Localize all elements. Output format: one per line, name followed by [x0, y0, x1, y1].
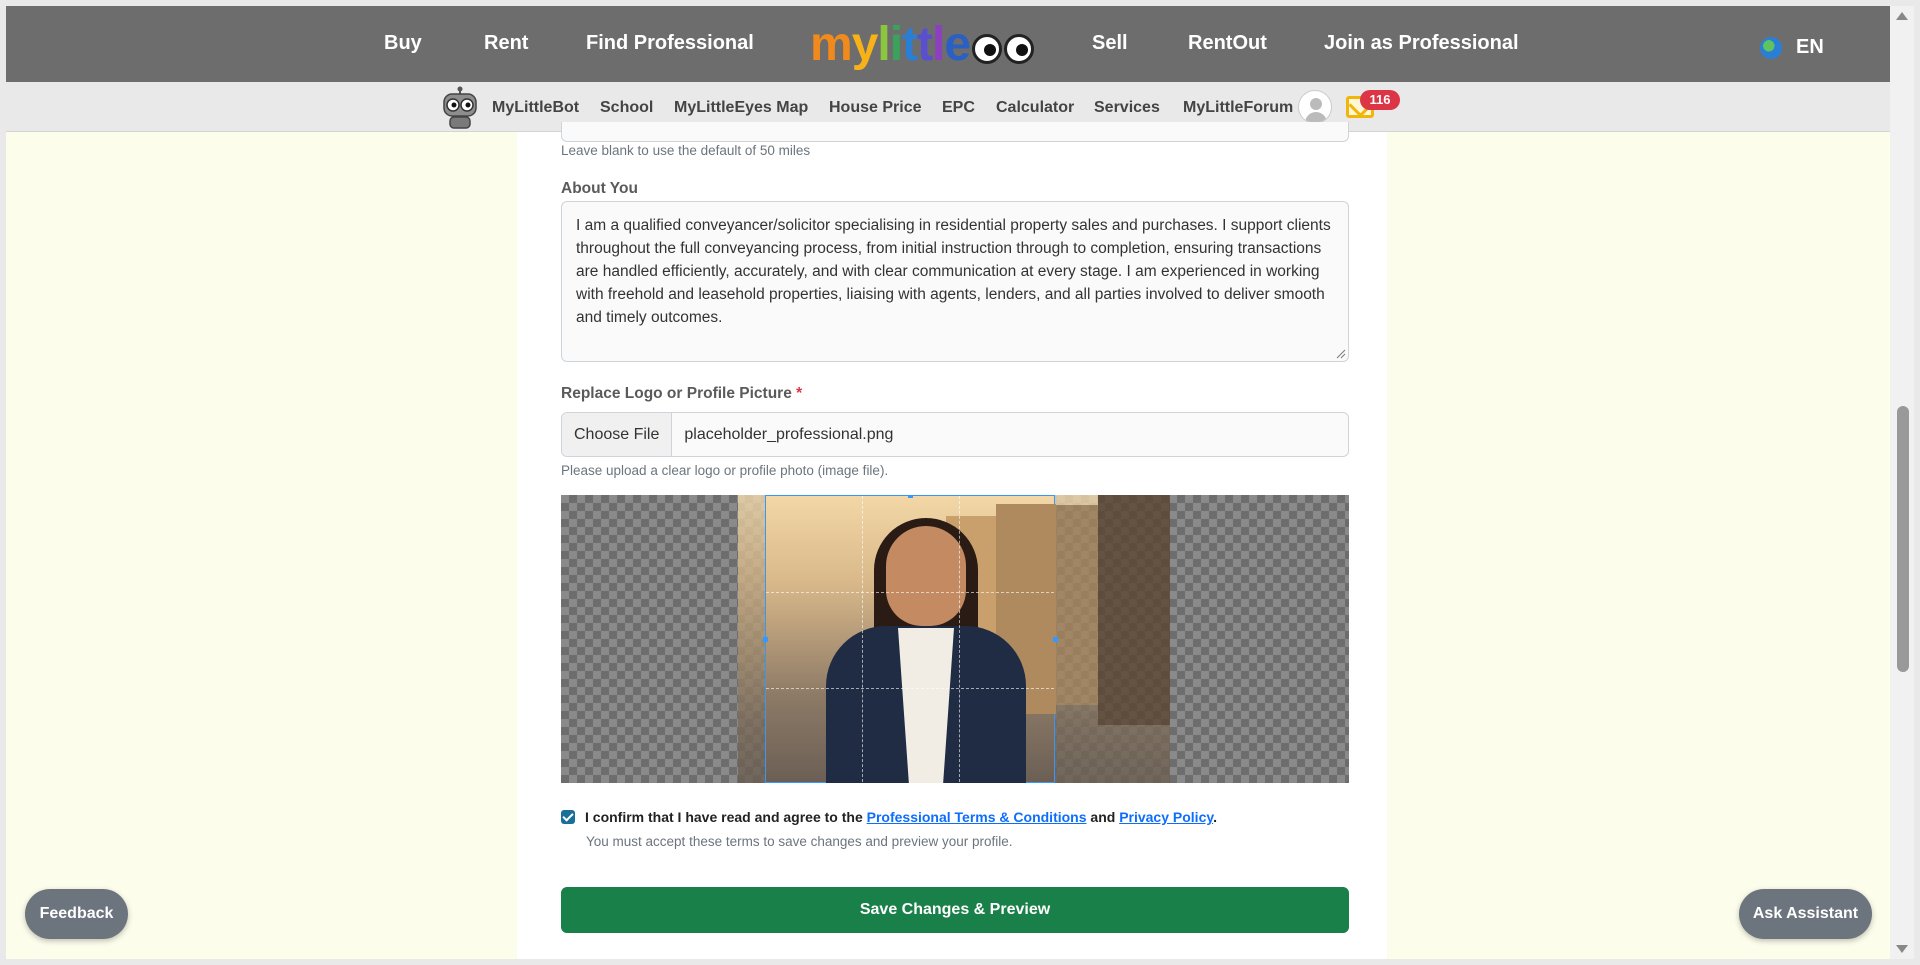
crop-handle-left[interactable] [763, 637, 768, 642]
nav-sell[interactable]: Sell [1092, 32, 1128, 55]
subnav-calculator[interactable]: Calculator [996, 99, 1074, 117]
language-selector[interactable]: EN [1760, 36, 1824, 59]
subnav-mylittlebot[interactable]: MyLittleBot [492, 99, 579, 117]
required-marker: * [796, 385, 803, 402]
crop-handle-right[interactable] [1053, 637, 1058, 642]
nav-buy[interactable]: Buy [384, 32, 422, 55]
feedback-button[interactable]: Feedback [25, 889, 128, 939]
subnav-mylittleforum[interactable]: MyLittleForum [1183, 99, 1293, 117]
choose-file-button[interactable]: Choose File [562, 413, 673, 456]
terms-prefix: I confirm that I have read and agree to … [585, 809, 863, 825]
about-text: I am a qualified conveyancer/solicitor s… [576, 217, 1331, 326]
privacy-link[interactable]: Privacy Policy [1119, 809, 1213, 825]
image-cropper[interactable] [561, 495, 1349, 783]
crop-handle-top[interactable] [908, 495, 913, 498]
selected-file-name: placeholder_professional.png [684, 425, 894, 443]
nav-join-as-professional[interactable]: Join as Professional [1324, 32, 1519, 55]
terms-suffix: . [1213, 809, 1217, 825]
notification-badge: 116 [1360, 90, 1400, 110]
page-scrollbar[interactable] [1890, 6, 1914, 959]
globe-icon [1760, 36, 1782, 59]
top-navigation-bar: Buy Rent Find Professional mylittle Sell… [6, 6, 1890, 82]
ask-assistant-button[interactable]: Ask Assistant [1739, 889, 1872, 939]
radius-input[interactable] [561, 122, 1349, 142]
subnav-epc[interactable]: EPC [942, 99, 975, 117]
subnav-school[interactable]: School [600, 99, 653, 117]
logo-eyes-icon [972, 34, 1036, 64]
terms-checkbox[interactable] [561, 810, 575, 824]
terms-hint: You must accept these terms to save chan… [586, 834, 1013, 849]
logo-text: mylittle [810, 18, 971, 71]
user-avatar[interactable] [1298, 90, 1332, 124]
terms-text: I confirm that I have read and agree to … [585, 809, 1217, 825]
about-textarea[interactable]: I am a qualified conveyancer/solicitor s… [561, 201, 1349, 362]
about-label: About You [561, 180, 638, 197]
subnav-house-price[interactable]: House Price [829, 99, 921, 117]
crop-selection-box[interactable] [763, 495, 1058, 783]
robot-icon[interactable] [440, 86, 480, 130]
scroll-down-arrow-icon[interactable] [1896, 945, 1908, 953]
terms-row: I confirm that I have read and agree to … [561, 809, 1217, 825]
site-logo[interactable]: mylittle [810, 16, 1036, 74]
nav-find-professional[interactable]: Find Professional [586, 32, 754, 55]
nav-rentout[interactable]: RentOut [1188, 32, 1267, 55]
terms-link[interactable]: Professional Terms & Conditions [867, 809, 1087, 825]
radius-hint: Leave blank to use the default of 50 mil… [561, 143, 811, 158]
terms-and: and [1090, 809, 1116, 825]
browser-viewport: Buy Rent Find Professional mylittle Sell… [6, 6, 1890, 959]
logo-label-text: Replace Logo or Profile Picture [561, 385, 792, 402]
language-label: EN [1796, 36, 1824, 58]
subnav-services[interactable]: Services [1094, 99, 1160, 117]
resize-handle-icon[interactable] [1336, 349, 1346, 359]
subnav-mylittleeyes-map[interactable]: MyLittleEyes Map [674, 99, 808, 125]
scroll-thumb[interactable] [1897, 406, 1909, 672]
scroll-up-arrow-icon[interactable] [1896, 12, 1908, 20]
nav-rent[interactable]: Rent [484, 32, 528, 55]
logo-file-input[interactable]: Choose File placeholder_professional.png [561, 412, 1349, 457]
logo-hint: Please upload a clear logo or profile ph… [561, 463, 889, 478]
profile-form-card: Leave blank to use the default of 50 mil… [517, 122, 1387, 959]
logo-label: Replace Logo or Profile Picture * [561, 385, 802, 403]
save-changes-button[interactable]: Save Changes & Preview [561, 887, 1349, 933]
